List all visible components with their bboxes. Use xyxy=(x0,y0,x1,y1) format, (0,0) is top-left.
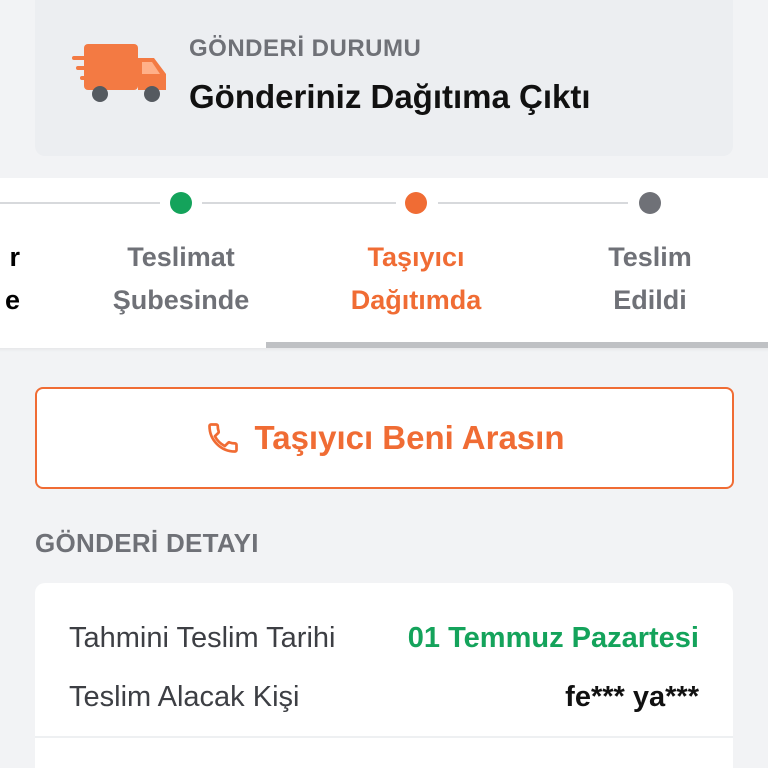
step-label-line2: Şubesinde xyxy=(112,285,250,315)
tracker-shadow xyxy=(0,348,768,352)
shipment-progress-tracker[interactable]: r e Teslimat Şubesinde Taşıyıcı Dağıtımd… xyxy=(0,178,768,348)
tracker-step-previous: r e xyxy=(0,236,20,322)
step-label-line1: Teslim xyxy=(608,242,692,272)
tracker-step-branch: Teslimat Şubesinde xyxy=(81,236,281,322)
tracker-step-out-for-delivery: Taşıyıcı Dağıtımda xyxy=(316,236,516,322)
step-status-dot-pending xyxy=(639,192,661,214)
shipment-status-label: GÖNDERİ DURUMU xyxy=(189,35,422,62)
shipment-detail-card: Tahmini Teslim Tarihi 01 Temmuz Pazartes… xyxy=(35,583,733,768)
tracker-connector xyxy=(202,202,396,204)
step-label-line2: e xyxy=(4,285,20,315)
shipment-detail-heading: GÖNDERİ DETAYI xyxy=(35,528,259,558)
step-label-line2: Dağıtımda xyxy=(350,285,482,315)
phone-icon xyxy=(207,423,238,453)
step-status-dot-active xyxy=(405,192,427,214)
tracker-connector xyxy=(0,202,160,204)
detail-row-recipient: Teslim Alacak Kişi fe*** ya*** xyxy=(69,677,699,717)
request-call-button[interactable]: Taşıyıcı Beni Arasın xyxy=(35,387,734,489)
tracker-connector xyxy=(438,202,628,204)
detail-key: Tahmini Teslim Tarihi xyxy=(69,621,336,654)
detail-row-estimated-date: Tahmini Teslim Tarihi 01 Temmuz Pazartes… xyxy=(69,618,699,658)
step-status-dot-completed xyxy=(170,192,192,214)
delivery-truck-icon xyxy=(72,44,166,102)
recipient-name: fe*** ya*** xyxy=(565,680,699,713)
step-label-line2: Edildi xyxy=(613,285,687,315)
estimated-delivery-date: 01 Temmuz Pazartesi xyxy=(407,621,699,654)
step-label-line1: Teslimat xyxy=(127,242,235,272)
step-label-line1: r xyxy=(9,242,20,272)
shipment-tracking-page: GÖNDERİ DURUMU Gönderiniz Dağıtıma Çıktı… xyxy=(0,0,768,768)
tracker-step-delivered: Teslim Edildi xyxy=(550,236,750,322)
step-label-line1: Taşıyıcı xyxy=(367,242,465,272)
detail-divider xyxy=(35,736,733,738)
request-call-label: Taşıyıcı Beni Arasın xyxy=(254,419,565,456)
detail-key: Teslim Alacak Kişi xyxy=(69,680,300,713)
shipment-status-title: Gönderiniz Dağıtıma Çıktı xyxy=(189,78,591,115)
